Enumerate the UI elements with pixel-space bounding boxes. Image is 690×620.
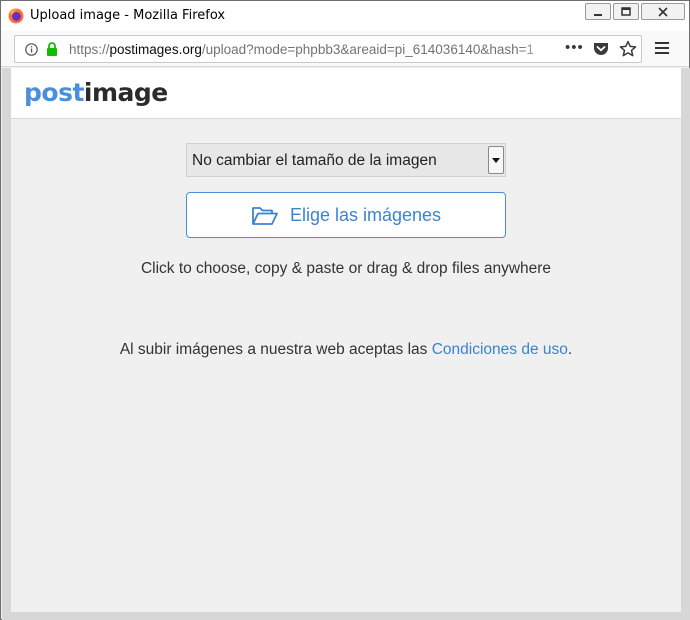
info-icon[interactable]	[25, 43, 38, 56]
navigation-bar: https://postimages.org/upload?mode=phpbb…	[1, 31, 689, 67]
maximize-icon	[621, 6, 631, 16]
chevron-down-icon	[492, 157, 500, 163]
address-bar[interactable]: https://postimages.org/upload?mode=phpbb…	[14, 35, 642, 63]
window-frame-right	[681, 68, 690, 612]
lock-icon[interactable]	[46, 42, 58, 57]
title-bar: Upload image - Mozilla Firefox	[1, 1, 689, 31]
terms-link[interactable]: Condiciones de uso	[432, 341, 568, 358]
maximize-button[interactable]	[613, 3, 639, 20]
window-controls	[583, 3, 685, 20]
choose-images-button[interactable]: Elige las imágenes	[186, 192, 506, 238]
minimize-button[interactable]	[585, 3, 611, 20]
logo-part-post: post	[24, 78, 84, 107]
window-frame-bottom	[2, 612, 690, 620]
close-icon	[658, 6, 668, 17]
url-text[interactable]: https://postimages.org/upload?mode=phpbb…	[69, 42, 559, 57]
terms-prefix: Al subir imágenes a nuestra web aceptas …	[119, 341, 432, 358]
firefox-icon	[8, 8, 24, 24]
upload-panel: No cambiar el tamaño de la imagen Elige …	[11, 120, 681, 612]
resize-select[interactable]: No cambiar el tamaño de la imagen	[186, 143, 506, 177]
folder-open-icon	[252, 206, 278, 225]
logo-part-image: image	[83, 78, 168, 107]
terms-notice: Al subir imágenes a nuestra web aceptas …	[11, 341, 681, 359]
url-path: /upload?mode=phpbb3&areaid=pi_614036140&…	[201, 42, 535, 57]
url-domain: postimages.org	[109, 42, 202, 57]
url-prefix: https://	[69, 42, 110, 57]
upload-hint: Click to choose, copy & paste or drag & …	[140, 260, 552, 277]
site-header: postimage	[11, 68, 681, 119]
choose-images-label: Elige las imágenes	[289, 204, 442, 225]
minimize-icon	[594, 13, 602, 16]
browser-window: Upload image - Mozilla Firefox https://p…	[0, 0, 690, 620]
terms-suffix: .	[567, 341, 573, 358]
window-frame-left	[2, 68, 11, 612]
pocket-icon[interactable]	[593, 41, 609, 57]
page-actions-button[interactable]: •••	[565, 39, 584, 56]
close-button[interactable]	[641, 3, 685, 20]
window-title: Upload image - Mozilla Firefox	[30, 8, 226, 23]
bookmark-star-icon[interactable]	[619, 40, 637, 58]
resize-select-value: No cambiar el tamaño de la imagen	[192, 152, 437, 169]
hamburger-menu-icon[interactable]	[655, 42, 669, 54]
dropdown-arrow[interactable]	[488, 146, 504, 174]
postimage-logo[interactable]: postimage	[24, 78, 168, 107]
